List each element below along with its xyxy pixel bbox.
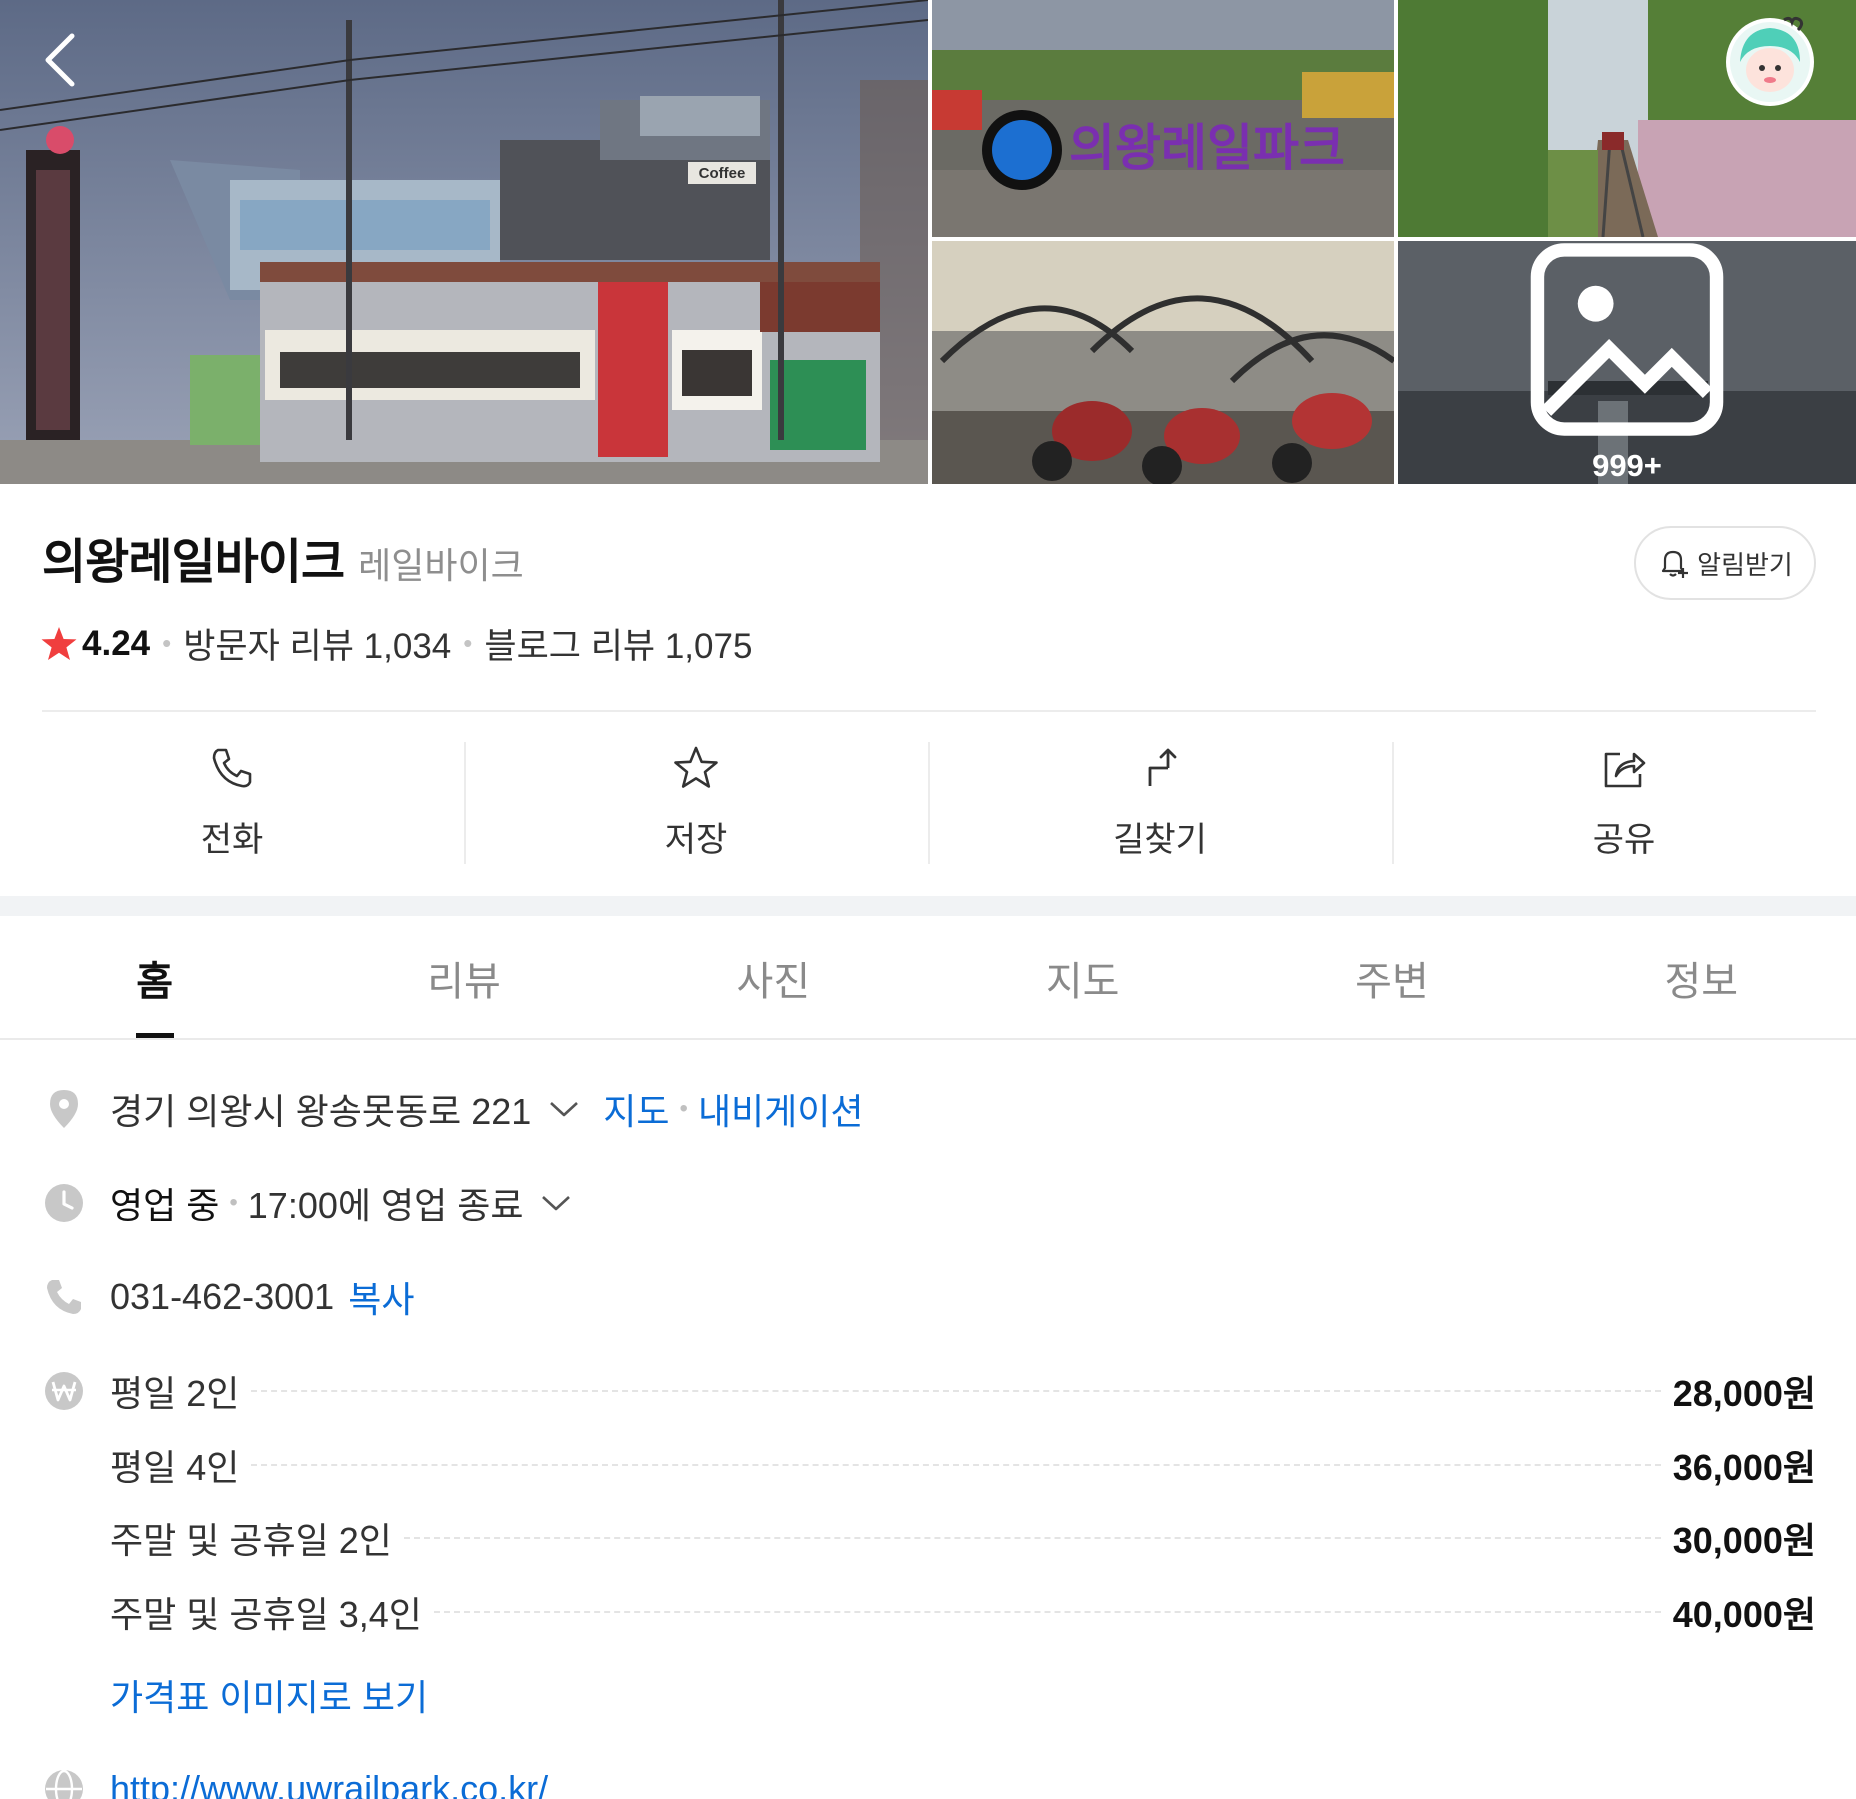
save-button[interactable]: 저장 xyxy=(464,742,928,868)
chevron-left-icon xyxy=(45,33,75,87)
price-name: 주말 및 공휴일 3,4인 xyxy=(110,1594,422,1635)
price-row: 평일 2인 28,000원 xyxy=(110,1366,1816,1416)
price-value: 30,000원 xyxy=(1672,1520,1816,1561)
park-sign-text: 의왕레일파크 xyxy=(1069,120,1345,176)
price-name: 평일 4인 xyxy=(110,1447,240,1488)
tabs-border xyxy=(0,1038,1856,1040)
tab-nearby[interactable]: 주변 xyxy=(1237,916,1546,1040)
separator-dot: • xyxy=(463,628,473,658)
more-photos-button[interactable]: 999+ xyxy=(1398,241,1856,484)
tab-info[interactable]: 정보 xyxy=(1547,916,1856,1040)
phone-icon xyxy=(212,748,252,788)
dotted-leader xyxy=(251,1464,1661,1466)
title-row: 의왕레일바이크 레일바이크 xyxy=(42,522,524,592)
photo-more[interactable]: 999+ xyxy=(1398,241,1856,484)
photo-rail-bikes[interactable] xyxy=(932,241,1394,484)
clock-icon xyxy=(45,1184,83,1222)
price-value: 36,000원 xyxy=(1672,1447,1816,1488)
my-profile-button[interactable] xyxy=(1722,12,1818,108)
photo-park-sign[interactable]: 의왕레일파크 xyxy=(932,0,1394,237)
copy-phone-button[interactable]: 복사 xyxy=(348,1271,414,1323)
price-image-row: 가격표 이미지로 보기 xyxy=(0,1670,1856,1720)
dotted-leader xyxy=(251,1390,1661,1392)
dotted-leader xyxy=(433,1611,1661,1613)
separator-dot: • xyxy=(162,628,172,658)
phone-icon xyxy=(47,1280,81,1314)
price-value: 40,000원 xyxy=(1672,1594,1816,1635)
tab-photos[interactable]: 사진 xyxy=(619,916,928,1040)
place-name: 의왕레일바이크 xyxy=(42,536,345,589)
more-photos-count: 999+ xyxy=(1592,448,1662,483)
map-link[interactable]: 지도 xyxy=(603,1083,669,1135)
photo-gallery: Coffee 의왕레일파크 999+ xyxy=(0,0,1856,484)
website-row: http://www.uwrailpark.co.kr/ xyxy=(0,1764,1856,1799)
action-bar: 전화 저장 길찾기 공유 xyxy=(0,742,1856,868)
place-category: 레일바이크 xyxy=(358,545,524,586)
bell-plus-icon xyxy=(1662,550,1689,578)
price-row: 주말 및 공휴일 3,4인 40,000원 xyxy=(110,1587,1816,1637)
price-name: 주말 및 공휴일 2인 xyxy=(110,1520,392,1561)
rating-score: 4.24 xyxy=(82,623,151,663)
share-icon xyxy=(1604,752,1646,788)
alarm-button[interactable]: 알림받기 xyxy=(1634,526,1816,600)
call-button[interactable]: 전화 xyxy=(0,742,464,868)
tab-map[interactable]: 지도 xyxy=(928,916,1237,1040)
chevron-down-icon[interactable] xyxy=(549,1099,579,1119)
location-pin-icon xyxy=(50,1090,78,1128)
open-status: 영업 중 xyxy=(110,1185,220,1226)
divider xyxy=(42,710,1816,712)
phone-number: 031-462-3001 xyxy=(110,1276,335,1317)
share-label: 공유 xyxy=(1592,821,1656,859)
tab-bar: 홈 리뷰 사진 지도 주변 정보 xyxy=(0,916,1856,1040)
alarm-label: 알림받기 xyxy=(1697,549,1793,580)
coffee-sign: Coffee xyxy=(699,165,746,182)
price-row: 주말 및 공휴일 2인 30,000원 xyxy=(110,1513,1816,1563)
separator-dot: • xyxy=(229,1189,238,1216)
chevron-down-icon[interactable] xyxy=(541,1193,571,1213)
website-link[interactable]: http://www.uwrailpark.co.kr/ xyxy=(110,1768,548,1799)
visitor-reviews-link[interactable]: 방문자 리뷰 1,034 xyxy=(183,618,451,669)
image-icon xyxy=(1530,243,1724,436)
directions-button[interactable]: 길찾기 xyxy=(928,742,1392,868)
navigation-link[interactable]: 내비게이션 xyxy=(698,1083,864,1135)
share-button[interactable]: 공유 xyxy=(1392,742,1856,868)
save-label: 저장 xyxy=(664,821,728,859)
directions-label: 길찾기 xyxy=(1113,821,1207,859)
star-rating-icon xyxy=(41,626,77,660)
tab-home[interactable]: 홈 xyxy=(0,916,309,1040)
address-text: 경기 의왕시 왕송못동로 221 xyxy=(110,1091,532,1132)
avatar xyxy=(1726,16,1814,106)
blog-reviews-link[interactable]: 블로그 리뷰 1,075 xyxy=(484,618,752,669)
price-row: 평일 4인 36,000원 xyxy=(110,1440,1816,1490)
main-photo[interactable]: Coffee xyxy=(0,0,928,484)
globe-icon xyxy=(45,1769,83,1799)
closing-time: 17:00에 영업 종료 xyxy=(247,1185,524,1226)
separator-dot: • xyxy=(679,1095,688,1122)
section-divider xyxy=(0,896,1856,916)
hours-row: 영업 중 • 17:00에 영업 종료 xyxy=(0,1178,1856,1228)
price-name: 평일 2인 xyxy=(110,1373,240,1414)
phone-row: 031-462-3001 복사 xyxy=(0,1272,1856,1322)
dotted-leader xyxy=(403,1537,1661,1539)
rating-row: 4.24 • 방문자 리뷰 1,034 • 블로그 리뷰 1,075 xyxy=(40,618,752,669)
call-label: 전화 xyxy=(200,821,264,859)
tab-reviews[interactable]: 리뷰 xyxy=(309,916,618,1040)
directions-icon xyxy=(1148,748,1177,786)
star-icon xyxy=(674,746,718,788)
price-value: 28,000원 xyxy=(1672,1373,1816,1414)
won-icon xyxy=(45,1372,83,1410)
back-button[interactable] xyxy=(38,30,82,90)
address-row: 경기 의왕시 왕송못동로 221 지도 • 내비게이션 xyxy=(0,1084,1856,1134)
price-image-link[interactable]: 가격표 이미지로 보기 xyxy=(110,1669,428,1721)
